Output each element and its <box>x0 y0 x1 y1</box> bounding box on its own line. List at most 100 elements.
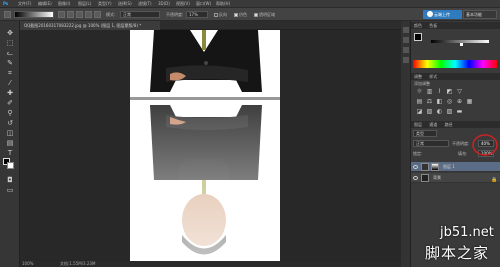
threshold-icon[interactable]: ◐ <box>436 108 443 115</box>
character-panel-icon[interactable] <box>403 47 409 53</box>
layer-row-layer1[interactable]: 图层 1 <box>411 162 500 172</box>
document-image <box>130 30 280 267</box>
document-tab[interactable]: QQ截图20160317083222.jpg @ 100% (图层 1, 图层蒙… <box>20 21 160 30</box>
menu-type[interactable]: 类型(Y) <box>98 0 112 8</box>
menu-bar: Ps 文件(F) 编辑(E) 图像(I) 图层(L) 类型(Y) 选择(S) 滤… <box>0 0 500 8</box>
background-color-swatch[interactable] <box>7 162 14 169</box>
clone-stamp-tool-icon[interactable]: ⚲ <box>5 109 15 117</box>
curves-icon[interactable]: ⌇ <box>436 88 443 95</box>
layer-thumbnail <box>421 174 429 182</box>
tab-adjustments[interactable]: 调整 <box>414 74 422 79</box>
exposure-icon[interactable]: ◩ <box>446 88 453 95</box>
zoom-level[interactable]: 100% <box>22 261 33 267</box>
brightness-icon[interactable]: ☼ <box>416 88 423 95</box>
tab-styles[interactable]: 样式 <box>429 74 437 79</box>
color-spectrum[interactable] <box>413 60 497 68</box>
lasso-tool-icon[interactable]: ᓚ <box>5 49 15 57</box>
menu-help[interactable]: 帮助(H) <box>216 0 230 8</box>
reflected-gradient-button[interactable] <box>85 11 92 18</box>
properties-panel-icon[interactable] <box>403 37 409 43</box>
marquee-tool-icon[interactable]: ⬚ <box>5 39 15 47</box>
healing-brush-tool-icon[interactable]: ✚ <box>5 89 15 97</box>
document-canvas[interactable] <box>130 30 280 267</box>
status-bar: 100% 文档:1.55M/3.23M <box>20 261 401 267</box>
tab-color[interactable]: 颜色 <box>414 23 422 28</box>
reverse-checkbox[interactable]: 反向 <box>214 8 227 21</box>
reverse-label: 反向 <box>219 12 227 17</box>
screen-mode-icon[interactable]: ▭ <box>5 186 15 194</box>
dither-label: 仿色 <box>239 12 247 17</box>
gradient-tool-icon[interactable]: ▤ <box>5 139 15 147</box>
layer-thumbnail <box>421 163 429 171</box>
selective-color-icon[interactable]: ▨ <box>446 108 453 115</box>
color-lookup-icon[interactable]: ▦ <box>466 98 473 105</box>
paragraph-panel-icon[interactable] <box>403 57 409 63</box>
mode-label: 模式: <box>106 12 116 17</box>
hue-icon[interactable]: ▤ <box>416 98 423 105</box>
photo-filter-icon[interactable]: ◎ <box>446 98 453 105</box>
color-panel-header: 颜色 色板 <box>411 22 500 29</box>
color-balance-icon[interactable]: ⚖ <box>426 98 433 105</box>
transparency-checkbox[interactable]: 透明区域 <box>254 8 275 21</box>
layer-mask-thumbnail[interactable] <box>431 163 439 171</box>
channel-mixer-icon[interactable]: ⊕ <box>456 98 463 105</box>
posterize-icon[interactable]: ▧ <box>426 108 433 115</box>
visibility-eye-icon[interactable] <box>413 176 418 180</box>
eyedropper-tool-icon[interactable]: ⁄ <box>5 79 15 87</box>
layer-name[interactable]: 背景 <box>433 173 441 183</box>
move-tool-icon[interactable]: ✥ <box>5 29 15 37</box>
angle-gradient-button[interactable] <box>76 11 83 18</box>
text-tool-icon[interactable]: T <box>5 149 15 157</box>
menu-file[interactable]: 文件(F) <box>18 0 31 8</box>
tab-layers[interactable]: 图层 <box>414 122 422 127</box>
layer-filter-select[interactable]: 类型 <box>413 130 437 137</box>
menu-filter[interactable]: 滤镜(T) <box>138 0 152 8</box>
quick-mask-icon[interactable]: ◘ <box>5 176 15 184</box>
workspace-select[interactable]: 基本功能 <box>463 10 497 19</box>
crop-tool-icon[interactable]: ⌗ <box>5 69 15 77</box>
history-panel-icon[interactable] <box>403 27 409 33</box>
linear-gradient-button[interactable] <box>58 11 65 18</box>
invert-icon[interactable]: ◪ <box>416 108 423 115</box>
eraser-tool-icon[interactable]: ◫ <box>5 129 15 137</box>
menu-window[interactable]: 窗口(W) <box>196 0 211 8</box>
brush-tool-icon[interactable]: ✐ <box>5 99 15 107</box>
menu-image[interactable]: 图像(I) <box>58 0 70 8</box>
gradient-picker[interactable] <box>14 11 54 18</box>
tab-paths[interactable]: 路径 <box>445 122 453 127</box>
menu-view[interactable]: 视图(V) <box>176 0 190 8</box>
gradient-tool-preset-icon[interactable] <box>4 11 11 18</box>
menu-select[interactable]: 选择(S) <box>118 0 132 8</box>
quick-select-tool-icon[interactable]: ✎ <box>5 59 15 67</box>
layer-row-background[interactable]: 背景 🔒 <box>411 173 500 183</box>
layer-name[interactable]: 图层 1 <box>443 162 455 172</box>
visibility-eye-icon[interactable] <box>413 165 418 169</box>
menu-layer[interactable]: 图层(L) <box>78 0 91 8</box>
radial-gradient-button[interactable] <box>67 11 74 18</box>
menu-3d[interactable]: 3D(D) <box>158 0 170 8</box>
dither-checkbox[interactable]: 仿色 <box>234 8 247 21</box>
transparency-check-icon <box>254 13 258 17</box>
color-slider-handle[interactable] <box>460 43 463 46</box>
black-white-icon[interactable]: ◧ <box>436 98 443 105</box>
layers-panel-header: 图层 通道 路径 <box>411 121 500 128</box>
levels-icon[interactable]: ▥ <box>426 88 433 95</box>
blend-mode-select[interactable]: 正常 <box>413 140 449 147</box>
tab-swatches[interactable]: 色板 <box>429 23 437 28</box>
gradient-map-icon[interactable]: ▬ <box>456 108 463 115</box>
opacity-input[interactable]: 17% <box>186 11 208 18</box>
menu-edit[interactable]: 编辑(E) <box>38 0 52 8</box>
tab-channels[interactable]: 通道 <box>429 122 437 127</box>
color-fg-swatch[interactable] <box>414 33 422 41</box>
reverse-check-icon <box>214 13 218 17</box>
lock-label: 锁定: <box>413 151 423 156</box>
ps-logo[interactable]: Ps <box>3 0 8 8</box>
mode-select[interactable]: 正常 <box>120 11 160 18</box>
vibrance-icon[interactable]: ▽ <box>456 88 463 95</box>
dither-check-icon <box>234 13 238 17</box>
tools-panel: ✥ ⬚ ᓚ ✎ ⌗ ⁄ ✚ ✐ ⚲ ↺ ◫ ▤ T ◘ ▭ <box>0 21 20 267</box>
diamond-gradient-button[interactable] <box>94 11 101 18</box>
lock-icon: 🔒 <box>491 177 498 183</box>
person-torso-image <box>150 30 262 92</box>
history-brush-tool-icon[interactable]: ↺ <box>5 119 15 127</box>
